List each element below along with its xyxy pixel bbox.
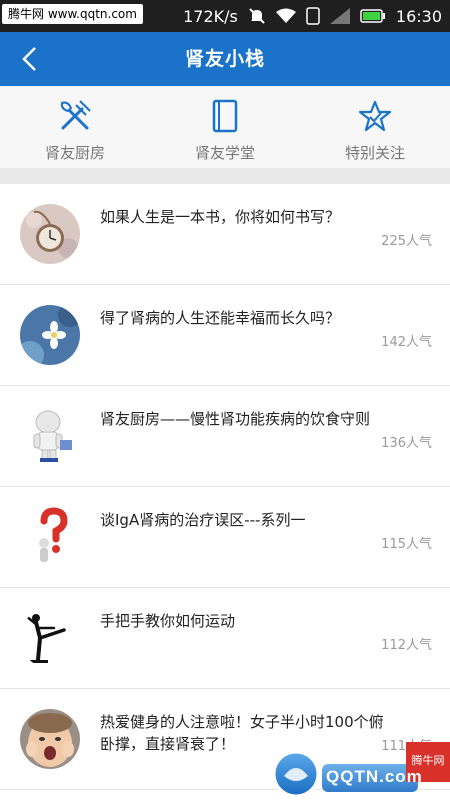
popularity-count: 112人气: [381, 638, 432, 653]
star-icon: [357, 98, 393, 134]
avatar-pocket-watch: [20, 204, 80, 264]
article-title: 谈IgA肾病的治疗误区---系列一: [100, 511, 306, 529]
avatar-3d-figure: [20, 406, 80, 466]
article-title: 得了肾病的人生还能幸福而长久吗？: [100, 309, 341, 327]
page-title: 肾友小栈: [184, 48, 265, 70]
status-right-group: 172K/s 16:30: [183, 0, 442, 32]
tab-favorites-label: 特别关注: [344, 144, 405, 162]
tab-favorites[interactable]: 特别关注: [300, 86, 450, 168]
fork-knife-icon: [57, 98, 93, 134]
clock: 16:30: [395, 6, 442, 26]
tab-kitchen[interactable]: 肾友厨房: [0, 86, 150, 168]
popularity-count: 142人气: [381, 335, 432, 350]
avatar-white-flower: [20, 305, 80, 365]
battery-icon: [360, 9, 386, 23]
signal-icon: [329, 8, 350, 24]
tab-school[interactable]: 肾友学堂: [150, 86, 300, 168]
watermark-bottom-right: QQTN.com 腾牛网: [270, 742, 450, 800]
network-speed: 172K/s: [183, 6, 238, 26]
list-item[interactable]: 手把手教你如何运动 112人气: [0, 588, 450, 689]
popularity-count: 225人气: [381, 234, 432, 249]
watermark-brand: 腾牛网: [411, 754, 445, 767]
section-divider: [0, 168, 450, 184]
book-icon: [207, 98, 243, 134]
article-title: 肾友厨房——慢性肾功能疾病的饮食守则: [100, 410, 371, 428]
list-item[interactable]: 得了肾病的人生还能幸福而长久吗？ 142人气: [0, 285, 450, 386]
tab-school-label: 肾友学堂: [194, 144, 255, 162]
status-bar: 腾牛网 www.qqtn.com 172K/s 16:30: [0, 0, 450, 32]
list-item[interactable]: 谈IgA肾病的治疗误区---系列一 115人气: [0, 487, 450, 588]
article-title: 手把手教你如何运动: [100, 612, 236, 630]
sim-icon: [306, 7, 320, 25]
list-item[interactable]: 肾友厨房——慢性肾功能疾病的饮食守则 136人气: [0, 386, 450, 487]
article-title: 如果人生是一本书，你将如何书写？: [100, 208, 341, 226]
avatar-dancer-silhouette: [20, 608, 80, 668]
category-bar: 肾友厨房 肾友学堂 特别关注: [0, 86, 450, 168]
tab-kitchen-label: 肾友厨房: [44, 144, 105, 162]
list-item[interactable]: 如果人生是一本书，你将如何书写？ 225人气: [0, 184, 450, 285]
popularity-count: 136人气: [381, 436, 432, 451]
app-header: 肾友小栈: [0, 32, 450, 86]
avatar-question-mark-figure: [20, 507, 80, 567]
mute-icon: [248, 7, 266, 25]
watermark-top-left: 腾牛网 www.qqtn.com: [2, 4, 143, 24]
popularity-count: 115人气: [381, 537, 432, 552]
watermark-text: QQTN.com: [326, 767, 423, 786]
article-list: 如果人生是一本书，你将如何书写？ 225人气 得了肾病的人生还能幸福而长久吗？ …: [0, 184, 450, 800]
wifi-icon: [275, 8, 296, 24]
avatar-child-face: [20, 709, 80, 769]
